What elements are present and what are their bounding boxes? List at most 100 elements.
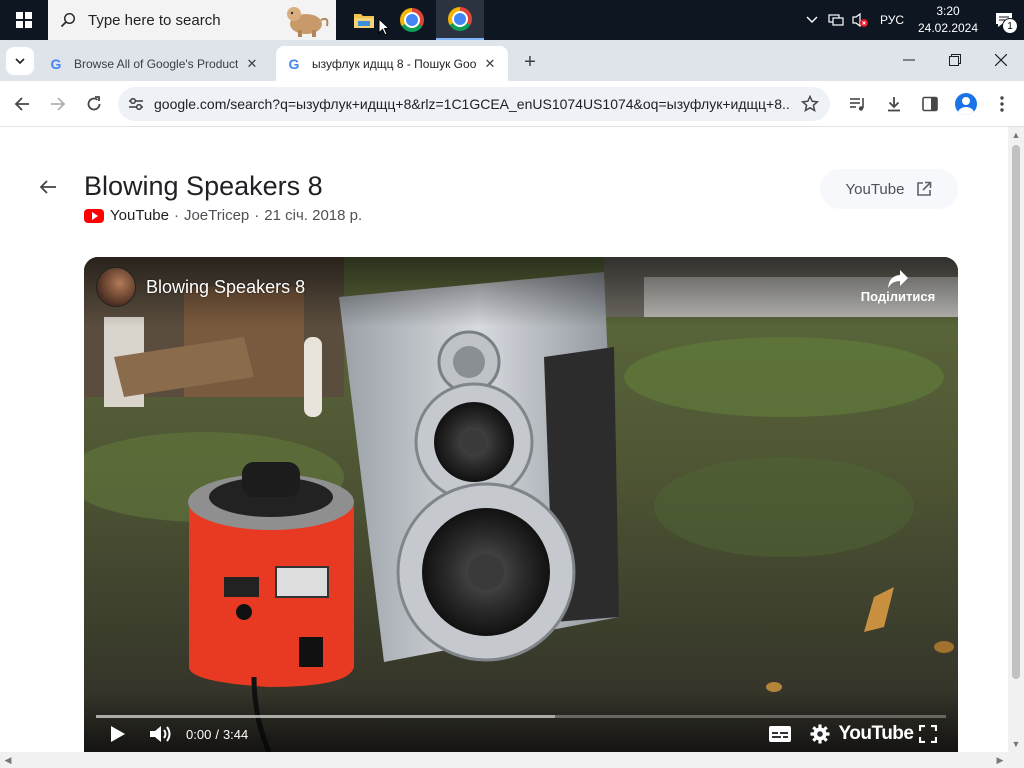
notification-count-badge: 1 bbox=[1002, 18, 1018, 34]
close-tab-icon[interactable]: ✕ bbox=[482, 56, 498, 72]
network-icon[interactable] bbox=[824, 0, 848, 40]
taskbar-search-box[interactable]: Type here to search bbox=[48, 0, 336, 40]
download-icon bbox=[888, 97, 900, 112]
scroll-left-icon[interactable]: ◀ bbox=[0, 752, 16, 768]
arrow-right-icon bbox=[51, 97, 66, 111]
buffered-bar bbox=[96, 715, 555, 718]
browser-toolbar: google.com/search?q=ызуфлук+идщц+8&rlz=1… bbox=[0, 81, 1024, 127]
video-source: YouTube bbox=[110, 207, 169, 224]
time-total: 3:44 bbox=[222, 726, 249, 742]
media-controls-button[interactable] bbox=[842, 88, 874, 120]
open-in-youtube-label: YouTube bbox=[845, 180, 905, 198]
time-current: 0:00 bbox=[186, 726, 212, 742]
more-vert-icon bbox=[1000, 96, 1004, 112]
search-highlight-illustration-icon bbox=[276, 2, 332, 38]
settings-button[interactable] bbox=[806, 720, 834, 748]
clock-time: 3:20 bbox=[936, 4, 960, 18]
play-button[interactable] bbox=[104, 720, 132, 748]
browser-tab-strip: G Browse All of Google's Products ✕ G ыз… bbox=[0, 40, 1024, 81]
tab-title: ызуфлук идщц 8 - Пошук Google bbox=[312, 56, 476, 71]
video-player[interactable]: Blowing Speakers 8 Поділитися 0:00 / 3:4… bbox=[84, 257, 958, 752]
tab-google-search[interactable]: G ызуфлук идщц 8 - Пошук Google ✕ bbox=[276, 46, 508, 81]
video-channel: JoeTricep bbox=[183, 207, 250, 224]
profile-button[interactable] bbox=[950, 88, 982, 120]
close-tab-icon[interactable]: ✕ bbox=[244, 56, 260, 72]
chrome-icon bbox=[400, 8, 424, 32]
minimize-icon bbox=[903, 59, 915, 61]
taskbar-search-placeholder: Type here to search bbox=[88, 11, 221, 29]
scroll-up-icon[interactable]: ▲ bbox=[1008, 127, 1024, 143]
address-bar[interactable]: google.com/search?q=ызуфлук+идщц+8&rlz=1… bbox=[118, 87, 830, 121]
gear-icon bbox=[810, 724, 830, 744]
video-title: Blowing Speakers 8 bbox=[84, 171, 323, 201]
google-g-icon: G bbox=[288, 55, 300, 72]
volume-muted-icon[interactable] bbox=[848, 0, 872, 40]
close-window-button[interactable] bbox=[978, 40, 1024, 80]
share-label: Поділитися bbox=[860, 289, 936, 304]
url-text: google.com/search?q=ызуфлук+идщц+8&rlz=1… bbox=[154, 96, 790, 112]
time-display: 0:00 / 3:44 bbox=[186, 720, 248, 748]
bookmark-star-icon[interactable] bbox=[790, 95, 830, 113]
play-icon bbox=[111, 726, 125, 742]
restore-button[interactable] bbox=[932, 40, 978, 80]
share-button[interactable]: Поділитися bbox=[858, 269, 938, 304]
tab-browse-products[interactable]: G Browse All of Google's Products ✕ bbox=[38, 46, 270, 81]
profile-avatar-icon bbox=[955, 93, 977, 115]
meta-separator: · bbox=[173, 207, 179, 224]
back-button[interactable] bbox=[6, 88, 38, 120]
player-title[interactable]: Blowing Speakers 8 bbox=[146, 277, 305, 298]
subtitles-icon bbox=[769, 726, 791, 742]
share-icon bbox=[888, 270, 908, 288]
windows-taskbar: Type here to search РУС 3:20 24.02.2024 bbox=[0, 0, 1024, 40]
progress-bar[interactable] bbox=[96, 715, 946, 718]
reload-button[interactable] bbox=[78, 88, 110, 120]
tab-search-button[interactable] bbox=[6, 47, 34, 75]
fullscreen-button[interactable] bbox=[914, 720, 942, 748]
minimize-button[interactable] bbox=[886, 40, 932, 80]
notification-center-button[interactable]: 1 bbox=[984, 0, 1024, 40]
taskbar-clock[interactable]: 3:20 24.02.2024 bbox=[912, 3, 984, 37]
channel-avatar[interactable] bbox=[96, 267, 136, 307]
open-in-youtube-button[interactable]: YouTube bbox=[820, 169, 958, 209]
music-queue-icon bbox=[850, 98, 864, 111]
chrome-icon bbox=[448, 7, 472, 31]
subtitles-button[interactable] bbox=[766, 720, 794, 748]
horizontal-scrollbar[interactable]: ◀ ▶ bbox=[0, 752, 1024, 768]
restore-icon bbox=[949, 54, 961, 66]
downloads-button[interactable] bbox=[878, 88, 910, 120]
open-in-new-icon bbox=[917, 181, 932, 196]
back-arrow-button[interactable] bbox=[36, 175, 60, 199]
meta-separator: · bbox=[254, 207, 260, 224]
vertical-scroll-thumb[interactable] bbox=[1012, 145, 1020, 679]
taskbar-chrome[interactable] bbox=[388, 0, 436, 40]
close-icon bbox=[995, 54, 1007, 66]
reload-icon bbox=[87, 96, 101, 111]
chevron-down-icon bbox=[15, 58, 25, 64]
youtube-logo-icon bbox=[84, 208, 104, 223]
chevron-up-icon[interactable] bbox=[800, 0, 824, 40]
forward-button[interactable] bbox=[42, 88, 74, 120]
language-indicator[interactable]: РУС bbox=[872, 13, 912, 27]
system-tray: РУС 3:20 24.02.2024 1 bbox=[800, 0, 1024, 40]
taskbar-chrome-active[interactable] bbox=[436, 0, 484, 40]
side-panel-button[interactable] bbox=[914, 88, 946, 120]
scroll-down-icon[interactable]: ▼ bbox=[1008, 736, 1024, 752]
tab-title: Browse All of Google's Products bbox=[74, 56, 238, 71]
folder-icon bbox=[354, 14, 374, 28]
new-tab-button[interactable]: + bbox=[518, 50, 542, 74]
google-g-icon: G bbox=[50, 55, 62, 72]
mute-button[interactable] bbox=[146, 720, 176, 748]
vertical-scrollbar[interactable]: ▲ ▼ bbox=[1008, 127, 1024, 752]
site-settings-icon[interactable] bbox=[118, 97, 154, 111]
video-date: 21 січ. 2018 р. bbox=[264, 207, 363, 224]
youtube-logo-text: YouTube bbox=[838, 723, 914, 744]
arrow-left-icon bbox=[14, 97, 29, 111]
side-panel-icon bbox=[922, 96, 938, 112]
clock-date: 24.02.2024 bbox=[917, 21, 979, 35]
scroll-right-icon[interactable]: ▶ bbox=[992, 752, 1008, 768]
youtube-logo-button[interactable]: YouTube bbox=[839, 720, 914, 748]
arrow-left-icon bbox=[39, 180, 56, 194]
volume-icon bbox=[150, 726, 171, 742]
start-button[interactable] bbox=[0, 0, 48, 40]
menu-button[interactable] bbox=[986, 88, 1018, 120]
